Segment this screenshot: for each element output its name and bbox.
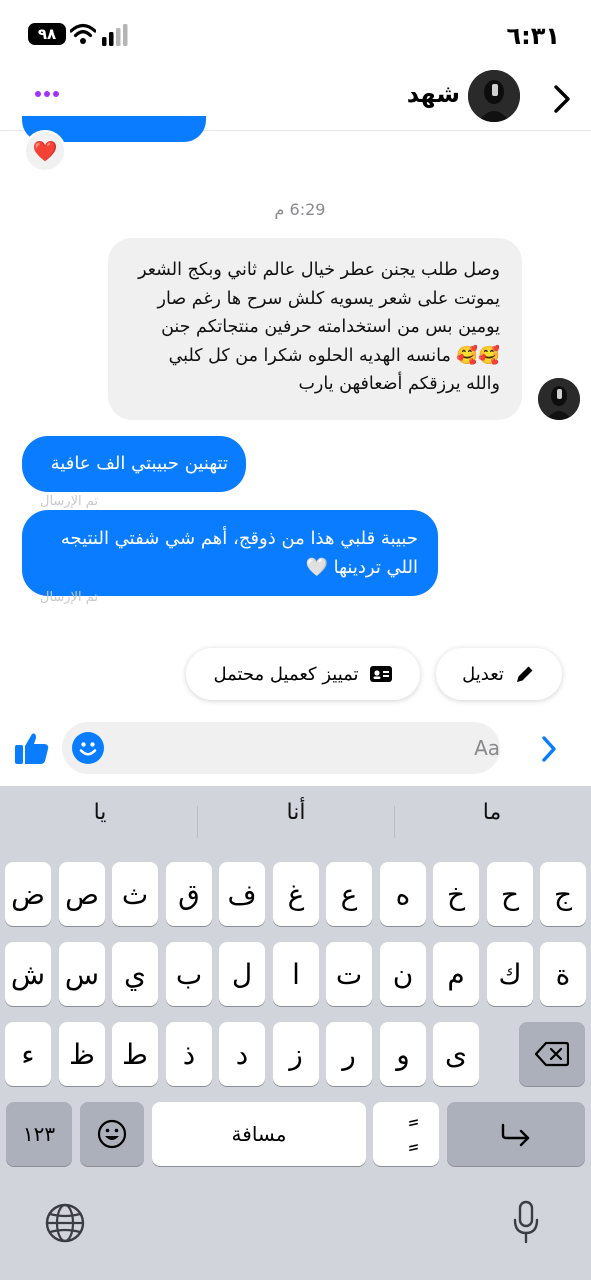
diacritic-key[interactable]: ًٍ bbox=[373, 1102, 439, 1166]
incoming-line: 🥰🥰 مانسه الهديه الحلوه شكرا من كل كلبي bbox=[168, 345, 500, 366]
key[interactable]: ك bbox=[487, 942, 533, 1006]
key[interactable]: ى bbox=[433, 1022, 479, 1086]
space-key[interactable]: مسافة bbox=[152, 1102, 366, 1166]
sent-status: تم الإرسال bbox=[40, 590, 99, 605]
key[interactable]: ع bbox=[326, 862, 372, 926]
key[interactable]: ش bbox=[5, 942, 51, 1006]
message-input[interactable] bbox=[62, 722, 500, 774]
emoji-face-icon bbox=[97, 1119, 127, 1149]
key[interactable]: ب bbox=[166, 942, 212, 1006]
suggestion-3[interactable]: يا bbox=[10, 800, 190, 825]
key[interactable]: ج bbox=[540, 862, 586, 926]
key[interactable]: ف bbox=[219, 862, 265, 926]
key[interactable]: و bbox=[380, 1022, 426, 1086]
contact-avatar[interactable] bbox=[468, 70, 520, 122]
return-key[interactable] bbox=[447, 1102, 585, 1166]
pencil-icon bbox=[516, 666, 533, 682]
key[interactable]: ن bbox=[380, 942, 426, 1006]
backspace-icon bbox=[535, 1041, 569, 1067]
key[interactable]: م bbox=[433, 942, 479, 1006]
incoming-message-bubble[interactable]: وصل طلب يجنن عطر خيال عالم ثاني وبكج الش… bbox=[108, 238, 522, 420]
sent-status: تم الإرسال bbox=[40, 494, 99, 509]
key[interactable]: خ bbox=[433, 862, 479, 926]
key[interactable]: ت bbox=[326, 942, 372, 1006]
heart-reaction[interactable]: ❤️ bbox=[24, 130, 66, 172]
emoji-key[interactable] bbox=[80, 1102, 144, 1166]
edit-label: تعديل bbox=[462, 663, 504, 685]
battery-indicator: ٩٨ bbox=[28, 23, 66, 45]
outgoing-message-bubble[interactable]: حبيبة قلبي هذا من ذوقج، أهم شي شفتي النت… bbox=[22, 510, 438, 596]
microphone-icon[interactable] bbox=[512, 1200, 540, 1244]
suggestion-1[interactable]: ما bbox=[402, 800, 582, 825]
heart-icon: ❤️ bbox=[32, 139, 58, 163]
key[interactable]: ق bbox=[166, 862, 212, 926]
key[interactable]: ذ bbox=[166, 1022, 212, 1086]
emoji-button[interactable] bbox=[72, 732, 104, 764]
key[interactable]: ا bbox=[273, 942, 319, 1006]
numbers-key[interactable]: ١٢٣ bbox=[6, 1102, 72, 1166]
suggestion-2[interactable]: أنا bbox=[206, 800, 386, 825]
delete-key[interactable] bbox=[519, 1022, 585, 1086]
mark-as-lead-label: تمييز كعميل محتمل bbox=[213, 663, 359, 685]
contact-name[interactable]: شهد bbox=[360, 80, 460, 108]
incoming-line: وصل طلب يجنن عطر خيال عالم ثاني وبكج الش… bbox=[138, 260, 500, 280]
expand-chevron-icon[interactable] bbox=[538, 734, 560, 764]
key[interactable]: ء bbox=[5, 1022, 51, 1086]
key[interactable]: ي bbox=[112, 942, 158, 1006]
return-arrow-icon bbox=[501, 1123, 530, 1147]
key[interactable]: د bbox=[219, 1022, 265, 1086]
thumbs-up-icon[interactable] bbox=[14, 730, 50, 766]
key[interactable]: ط bbox=[112, 1022, 158, 1086]
edit-button[interactable]: تعديل bbox=[436, 648, 562, 700]
mark-as-lead-button[interactable]: تمييز كعميل محتمل bbox=[186, 648, 420, 700]
incoming-line: يومين بس من استخدامته حرفين منتجاتكم جنن bbox=[161, 317, 500, 337]
key[interactable]: ث bbox=[112, 862, 158, 926]
message-placeholder: Aa bbox=[474, 736, 500, 760]
key[interactable]: ص bbox=[59, 862, 105, 926]
status-time: ٦:٣١ bbox=[506, 22, 560, 50]
key[interactable]: ح bbox=[487, 862, 533, 926]
suggestion-divider bbox=[197, 806, 198, 838]
key[interactable]: ض bbox=[5, 862, 51, 926]
key[interactable]: ز bbox=[273, 1022, 319, 1086]
key[interactable]: ر bbox=[326, 1022, 372, 1086]
incoming-line: والله يرزقكم أضعافهن يارب bbox=[298, 374, 500, 394]
key[interactable]: ه bbox=[380, 862, 426, 926]
id-card-icon bbox=[369, 666, 392, 682]
incoming-line: يموتت على شعر يسويه كلش سرح ها رغم صار bbox=[157, 288, 500, 309]
key[interactable]: ظ bbox=[59, 1022, 105, 1086]
suggestion-divider bbox=[394, 806, 395, 838]
message-timestamp: 6:29 م bbox=[274, 200, 326, 219]
sender-avatar[interactable] bbox=[538, 378, 580, 420]
globe-icon[interactable] bbox=[44, 1202, 86, 1244]
back-chevron-icon[interactable] bbox=[548, 82, 574, 116]
key[interactable]: غ bbox=[273, 862, 319, 926]
key[interactable]: ل bbox=[219, 942, 265, 1006]
more-options-icon[interactable] bbox=[28, 82, 68, 106]
signal-icon bbox=[102, 24, 128, 46]
wifi-icon bbox=[70, 23, 96, 44]
outgoing-message-bubble[interactable]: تتهنين حبيبتي الف عافية bbox=[22, 436, 246, 492]
key[interactable]: ة bbox=[540, 942, 586, 1006]
key[interactable]: س bbox=[59, 942, 105, 1006]
smiley-icon bbox=[79, 742, 97, 756]
